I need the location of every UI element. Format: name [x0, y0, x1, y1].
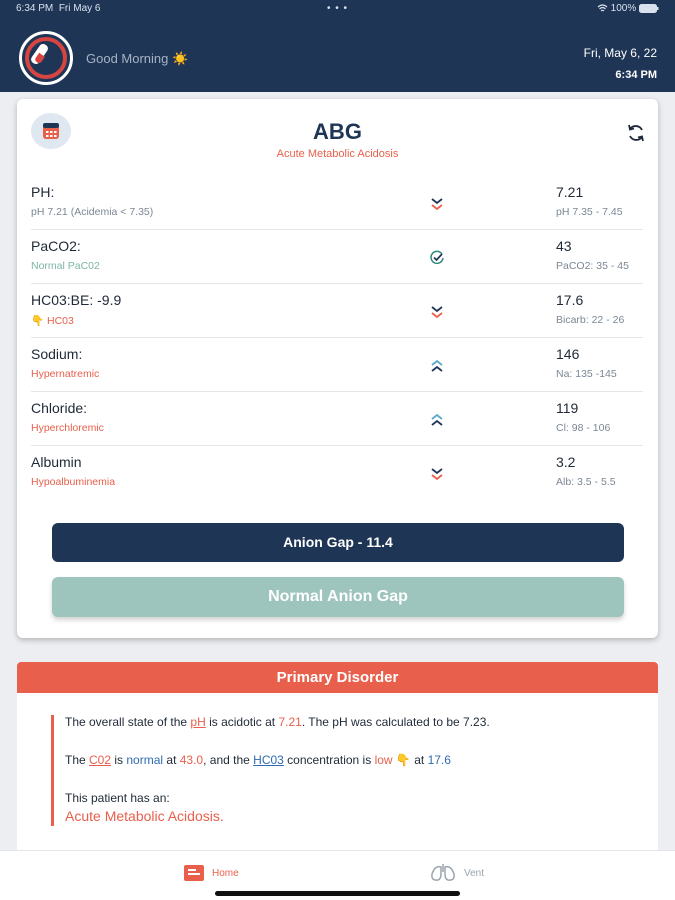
row-ph: PH: pH 7.21 (Acidemia < 7.35) 7.21 pH 7.…	[31, 176, 643, 230]
card-title: ABG	[313, 119, 362, 144]
chevron-double-up-icon	[431, 359, 443, 372]
row-note: pH 7.21 (Acidemia < 7.35)	[31, 206, 154, 218]
row-range: pH 7.35 - 7.45	[556, 206, 623, 218]
wifi-icon	[597, 4, 608, 12]
status-bar: 6:34 PM Fri May 6 • • • 100%	[0, 3, 675, 17]
interpretation-line-co2: The C02 is normal at 43.0, and the HC03 …	[65, 753, 451, 767]
row-albumin: Albumin Hypoalbuminemia 3.2 Alb: 3.5 - 5…	[31, 446, 643, 500]
row-note: Hypernatremic	[31, 368, 100, 380]
row-note: Normal PaC02	[31, 260, 100, 272]
multitask-dots: • • •	[327, 3, 349, 14]
row-value: 17.6	[556, 292, 584, 308]
row-label: Chloride:	[31, 400, 88, 416]
hco3-link[interactable]: HC03	[253, 753, 284, 767]
row-value: 3.2	[556, 454, 576, 470]
chevron-double-down-icon	[431, 198, 443, 211]
co2-link[interactable]: C02	[89, 753, 111, 767]
primary-disorder-heading: Primary Disorder	[17, 662, 658, 693]
diagnosis-intro: This patient has an:	[65, 791, 170, 805]
row-range: Alb: 3.5 - 5.5	[556, 476, 616, 488]
row-range: Cl: 98 - 106	[556, 422, 611, 434]
row-range: Bicarb: 22 - 26	[556, 314, 625, 326]
row-hco3: HC03:BE: -9.9 👇 HC03 17.6 Bicarb: 22 - 2…	[31, 284, 643, 338]
abg-card: ABG Acute Metabolic Acidosis PH: pH 7.21…	[17, 99, 658, 638]
row-sodium: Sodium: Hypernatremic 146 Na: 135 -145	[31, 338, 643, 392]
primary-disorder-panel: Primary Disorder The overall state of th…	[17, 662, 658, 850]
lungs-icon	[431, 864, 455, 882]
chevron-double-down-icon	[431, 468, 443, 481]
status-time-date: 6:34 PM Fri May 6	[16, 3, 101, 14]
home-indicator	[215, 891, 460, 896]
greeting-text: Good Morning ☀️	[86, 51, 189, 66]
row-label: HC03:BE: -9.9	[31, 292, 122, 308]
ph-link[interactable]: pH	[190, 715, 205, 729]
normal-anion-gap-button[interactable]: Normal Anion Gap	[52, 577, 624, 617]
chevron-double-down-icon	[431, 306, 443, 319]
battery-icon	[639, 3, 659, 13]
row-label: Sodium:	[31, 346, 83, 362]
row-value: 119	[556, 400, 579, 416]
row-range: Na: 135 -145	[556, 368, 617, 380]
anion-gap-button[interactable]: Anion Gap - 11.4	[52, 523, 624, 562]
primary-disorder-body: The overall state of the pH is acidotic …	[51, 715, 631, 826]
diagnosis-text: Acute Metabolic Acidosis.	[65, 808, 224, 824]
row-value: 43	[556, 238, 572, 254]
row-label: Albumin	[31, 454, 82, 470]
row-paco2: PaCO2: Normal PaC02 43 PaCO2: 35 - 45	[31, 230, 643, 284]
row-range: PaCO2: 35 - 45	[556, 260, 629, 272]
app-header: 6:34 PM Fri May 6 • • • 100% Good Mornin…	[0, 0, 675, 92]
tab-home[interactable]: Home	[184, 863, 239, 885]
tab-vent[interactable]: Vent	[430, 863, 484, 885]
home-report-icon	[184, 865, 204, 882]
app-logo	[19, 31, 73, 85]
row-note: 👇 HC03	[31, 315, 74, 327]
battery-status: 100%	[597, 3, 659, 14]
row-note: Hypoalbuminemia	[31, 476, 116, 488]
header-date: Fri, May 6, 22	[583, 46, 657, 60]
card-subtitle: Acute Metabolic Acidosis	[276, 148, 399, 160]
row-chloride: Chloride: Hyperchloremic 119 Cl: 98 - 10…	[31, 392, 643, 446]
tab-home-label: Home	[212, 868, 239, 879]
tab-vent-label: Vent	[464, 868, 485, 879]
row-label: PaCO2:	[31, 238, 81, 254]
abg-value-list: PH: pH 7.21 (Acidemia < 7.35) 7.21 pH 7.…	[31, 176, 643, 500]
row-note: Hyperchloremic	[31, 422, 104, 434]
chevron-double-up-icon	[431, 413, 443, 426]
check-circle-icon	[430, 250, 444, 265]
header-time: 6:34 PM	[615, 69, 657, 81]
row-value: 146	[556, 346, 580, 362]
row-label: PH:	[31, 184, 55, 200]
interpretation-line-ph: The overall state of the pH is acidotic …	[65, 715, 490, 729]
row-value: 7.21	[556, 184, 584, 200]
